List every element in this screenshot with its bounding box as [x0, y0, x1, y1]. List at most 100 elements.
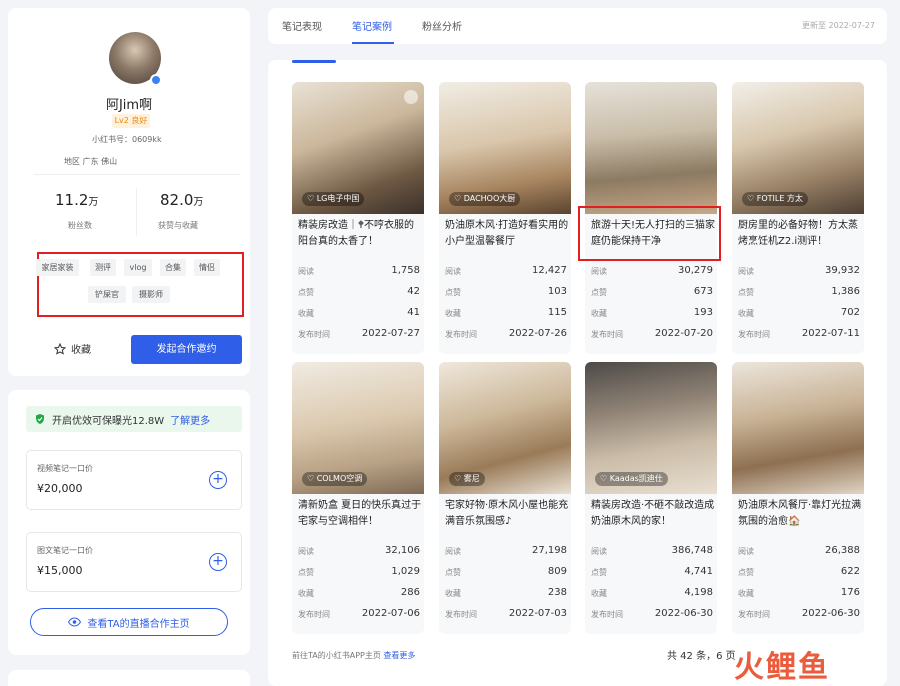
updated-date: 更新至 2022-07-27: [801, 21, 875, 30]
footer-link-row: 前往TA的小红书APP主页 查看更多: [292, 650, 415, 661]
metric-date: 发布时间 2022-07-20: [591, 328, 713, 339]
tab-note-performance[interactable]: 笔记表现: [282, 18, 322, 33]
video-price-value: ¥20,000: [37, 482, 83, 495]
eye-icon: [68, 617, 82, 627]
image-price-label: 图文笔记一口价: [37, 546, 93, 555]
metric-date: 发布时间 2022-07-11: [738, 328, 860, 339]
tag: 测评: [90, 259, 116, 276]
tabs-bar: 笔记表现 笔记案例 粉丝分析 更新至 2022-07-27: [268, 8, 887, 44]
learn-more-link[interactable]: 了解更多: [170, 412, 210, 427]
active-tab-underline: [352, 42, 394, 44]
note-card[interactable]: ♡ DACHOO大厨 奶油原木风·打造好看实用的小户型温馨餐厅 阅读 12,427…: [439, 82, 571, 354]
image-price-value: ¥15,000: [37, 564, 83, 577]
add-video-order-button[interactable]: +: [209, 471, 227, 489]
brand-tag: ♡ FOTILE 方太: [742, 192, 808, 206]
metric-date: 发布时间 2022-06-30: [738, 608, 860, 619]
note-title[interactable]: 厨房里的必备好物！方太蒸烤烹饪机Z2.i测评！: [738, 218, 862, 252]
metric-read: 阅读 30,279: [591, 265, 713, 276]
metric-like: 点赞 42: [298, 286, 420, 297]
metric-like: 点赞 809: [445, 566, 567, 577]
star-icon: [54, 342, 66, 355]
shield-check-icon: [36, 414, 44, 424]
image-price-box: 图文笔记一口价 ¥15,000 +: [26, 532, 242, 592]
tab-note-cases[interactable]: 笔记案例: [352, 18, 392, 33]
followers-count: 11.2万: [55, 191, 99, 209]
promo-text: 开启优效可保曝光12.8W: [52, 415, 165, 427]
likes-label: 获赞与收藏: [158, 221, 198, 230]
accent-bar: [292, 60, 336, 63]
live-cooperation-label: 查看TA的直播合作主页: [87, 618, 190, 630]
note-title[interactable]: 奶油原木风·打造好看实用的小户型温馨餐厅: [445, 218, 569, 252]
favorite-button[interactable]: 收藏: [54, 341, 91, 356]
play-icon: [404, 90, 418, 104]
note-title[interactable]: 精装房改造·不砸不敲改造成奶油原木风的家！: [591, 498, 715, 532]
tag: 情侣: [194, 259, 220, 276]
favorite-label: 收藏: [71, 345, 91, 356]
metric-date: 发布时间 2022-07-03: [445, 608, 567, 619]
note-title[interactable]: 宅家好物·原木风小屋也能充满音乐氛围感♪: [445, 498, 569, 532]
profile-card: 阿Jim啊 Lv2 良好 小红书号：0609kk 地区 广东 佛山 11.2万 …: [8, 8, 250, 376]
rednote-id: 小红书号：0609kk: [92, 135, 162, 144]
partial-card: [8, 670, 250, 686]
brand-tag: ♡ Kaadas凯迪仕: [595, 472, 668, 486]
footer-prefix: 前往TA的小红书APP主页: [292, 651, 381, 660]
pricing-card: 开启优效可保曝光12.8W 了解更多 视频笔记一口价 ¥20,000 + 图文笔…: [8, 390, 250, 655]
pagination-total: 共 42 条，6 页: [667, 651, 736, 662]
add-image-order-button[interactable]: +: [209, 553, 227, 571]
note-title[interactable]: 奶油原木风餐厅·靠灯光拉满氛围的治愈🏠: [738, 498, 862, 532]
metric-collect: 收藏 193: [591, 307, 713, 318]
metric-read: 阅读 12,427: [445, 265, 567, 276]
region: 地区 广东 佛山: [64, 157, 118, 166]
metric-collect: 收藏 176: [738, 587, 860, 598]
user-badge-icon: [150, 74, 162, 86]
metric-date: 发布时间 2022-06-30: [591, 608, 713, 619]
metric-collect: 收藏 115: [445, 307, 567, 318]
tag: 家居家装: [36, 259, 79, 276]
divider: [34, 174, 240, 175]
divider: [136, 188, 137, 236]
metric-collect: 收藏 4,198: [591, 587, 713, 598]
metric-like: 点赞 673: [591, 286, 713, 297]
metric-collect: 收藏 41: [298, 307, 420, 318]
metric-like: 点赞 1,029: [298, 566, 420, 577]
note-title-highlight-box: [578, 206, 721, 261]
live-cooperation-button[interactable]: 查看TA的直播合作主页: [30, 608, 228, 636]
note-card[interactable]: ♡ LG电子中国 精装房改造｜🕈不哼衣服的阳台真的太香了！ 阅读 1,758 点赞…: [292, 82, 424, 354]
metric-like: 点赞 1,386: [738, 286, 860, 297]
brand-tag: ♡ DACHOO大厨: [449, 192, 521, 206]
likes-count: 82.0万: [160, 191, 204, 209]
tag: 合集: [160, 259, 186, 276]
tab-fan-analysis[interactable]: 粉丝分析: [422, 18, 462, 33]
metric-read: 阅读 27,198: [445, 545, 567, 556]
metric-collect: 收藏 286: [298, 587, 420, 598]
note-card[interactable]: ♡ COLMO空调 清新奶盒 夏日的快乐真过于宅家与空调相伴！ 阅读 32,106…: [292, 362, 424, 634]
note-title[interactable]: 清新奶盒 夏日的快乐真过于宅家与空调相伴！: [298, 498, 422, 532]
brand-tag: ♡ COLMO空调: [302, 472, 368, 486]
promo-banner: 开启优效可保曝光12.8W 了解更多: [26, 406, 242, 432]
note-thumbnail[interactable]: [585, 82, 717, 214]
metric-like: 点赞 622: [738, 566, 860, 577]
metric-date: 发布时间 2022-07-06: [298, 608, 420, 619]
invite-cooperation-button[interactable]: 发起合作邀约: [131, 335, 242, 364]
note-card[interactable]: ♡ 雾尼 宅家好物·原木风小屋也能充满音乐氛围感♪ 阅读 27,198 点赞 809…: [439, 362, 571, 634]
metric-like: 点赞 103: [445, 286, 567, 297]
metric-read: 阅读 39,932: [738, 265, 860, 276]
tag: 摄影师: [132, 286, 170, 303]
metric-read: 阅读 386,748: [591, 545, 713, 556]
metric-date: 发布时间 2022-07-26: [445, 328, 567, 339]
watermark-logo: 火鲤鱼: [734, 650, 830, 685]
view-more-link[interactable]: 查看更多: [383, 651, 415, 660]
note-card[interactable]: ♡ Kaadas凯迪仕 精装房改造·不砸不敲改造成奶油原木风的家！ 阅读 386,…: [585, 362, 717, 634]
level-badge: Lv2 良好: [112, 114, 150, 128]
note-title[interactable]: 精装房改造｜🕈不哼衣服的阳台真的太香了！: [298, 218, 422, 252]
note-card[interactable]: 奶油原木风餐厅·靠灯光拉满氛围的治愈🏠 阅读 26,388 点赞 622 收藏 176…: [732, 362, 864, 634]
note-thumbnail[interactable]: [732, 362, 864, 494]
tag: vlog: [124, 259, 152, 276]
brand-tag: ♡ 雾尼: [449, 472, 485, 486]
metric-like: 点赞 4,741: [591, 566, 713, 577]
metric-date: 发布时间 2022-07-27: [298, 328, 420, 339]
metric-read: 阅读 32,106: [298, 545, 420, 556]
metric-collect: 收藏 702: [738, 307, 860, 318]
brand-tag: ♡ LG电子中国: [302, 192, 365, 206]
note-card[interactable]: ♡ FOTILE 方太 厨房里的必备好物！方太蒸烤烹饪机Z2.i测评！ 阅读 39…: [732, 82, 864, 354]
